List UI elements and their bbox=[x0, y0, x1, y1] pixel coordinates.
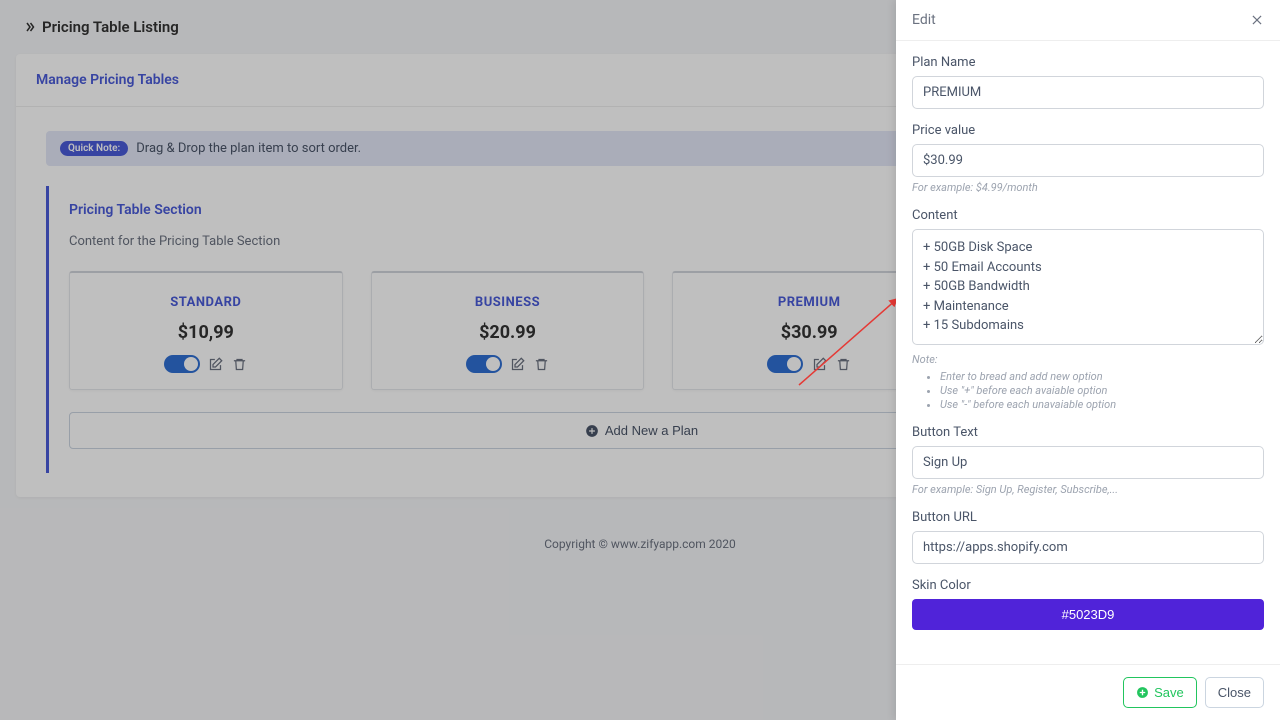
price-value-input[interactable] bbox=[912, 144, 1264, 177]
skin-color-input[interactable] bbox=[912, 599, 1264, 630]
close-label: Close bbox=[1218, 685, 1251, 700]
price-hint: For example: $4.99/month bbox=[912, 181, 1264, 194]
close-icon[interactable] bbox=[1250, 13, 1264, 27]
plan-name-input[interactable] bbox=[912, 76, 1264, 109]
edit-drawer: Edit Plan Name Price value For example: … bbox=[896, 0, 1280, 720]
content-note-item: Use "+" before each avaiable option bbox=[940, 384, 1264, 397]
content-note-item: Use "-" before each unavaiable option bbox=[940, 398, 1264, 411]
save-button[interactable]: Save bbox=[1123, 677, 1197, 708]
content-textarea[interactable] bbox=[912, 229, 1264, 345]
content-note-item: Enter to bread and add new option bbox=[940, 370, 1264, 383]
save-label: Save bbox=[1154, 685, 1184, 700]
plus-circle-icon bbox=[1136, 686, 1149, 699]
button-url-label: Button URL bbox=[912, 510, 1264, 525]
button-text-hint: For example: Sign Up, Register, Subscrib… bbox=[912, 483, 1264, 496]
button-text-input[interactable] bbox=[912, 446, 1264, 479]
skin-color-label: Skin Color bbox=[912, 578, 1264, 593]
content-note-label: Note: bbox=[912, 353, 1264, 366]
price-value-label: Price value bbox=[912, 123, 1264, 138]
button-text-label: Button Text bbox=[912, 425, 1264, 440]
button-url-input[interactable] bbox=[912, 531, 1264, 564]
content-label: Content bbox=[912, 208, 1264, 223]
plan-name-label: Plan Name bbox=[912, 55, 1264, 70]
drawer-title: Edit bbox=[912, 12, 936, 28]
close-button[interactable]: Close bbox=[1205, 677, 1264, 708]
content-notes-list: Enter to bread and add new option Use "+… bbox=[912, 370, 1264, 411]
